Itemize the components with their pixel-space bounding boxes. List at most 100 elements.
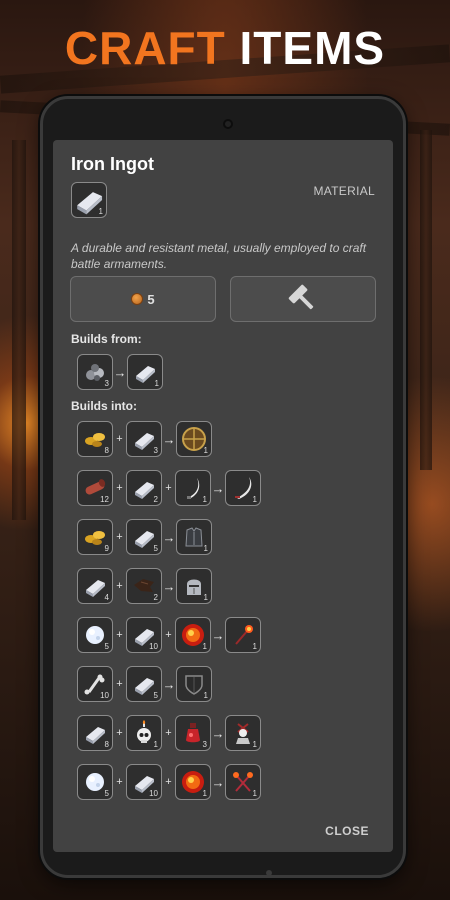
wall-post: [12, 140, 26, 520]
plus-icon: +: [165, 482, 172, 494]
iron-ingot-slot[interactable]: 2: [126, 470, 162, 506]
leather-roll-slot[interactable]: 12: [77, 470, 113, 506]
recipe-row: 8 +1 +3 → 1: [77, 715, 261, 751]
bone-slot[interactable]: 10: [77, 666, 113, 702]
slot-quantity: 1: [203, 593, 208, 602]
plus-icon: +: [116, 580, 123, 592]
iron-ingot-slot[interactable]: 8: [77, 715, 113, 751]
item-category: MATERIAL: [313, 184, 375, 198]
arrow-icon: →: [211, 774, 225, 790]
iron-ingot-slot[interactable]: 3: [126, 421, 162, 457]
recipe-row: 12 +2 +1 → 1: [77, 470, 261, 506]
buy-button[interactable]: 5: [70, 276, 216, 322]
arrow-icon: →: [113, 364, 127, 380]
header-word-craft: CRAFT: [64, 22, 226, 74]
slot-quantity: 1: [252, 495, 257, 504]
plus-icon: +: [116, 678, 123, 690]
plus-icon: +: [165, 776, 172, 788]
craft-button[interactable]: [230, 276, 376, 322]
plus-icon: +: [116, 482, 123, 494]
dark-shield-slot[interactable]: 1: [176, 666, 212, 702]
slot-quantity: 8: [104, 740, 109, 749]
slot-quantity: 10: [100, 691, 109, 700]
iron-ingot-slot[interactable]: 5: [126, 666, 162, 702]
recipe-row: 4 +2 → 1: [77, 568, 212, 604]
item-title: Iron Ingot: [71, 154, 154, 174]
arrow-icon: →: [211, 480, 225, 496]
coin-icon: [131, 293, 144, 305]
slot-quantity: 5: [153, 544, 158, 553]
fire-orb-slot[interactable]: 1: [175, 617, 211, 653]
slot-quantity: 2: [153, 593, 158, 602]
twin-scepters-slot[interactable]: 1: [225, 764, 261, 800]
plus-icon: +: [116, 531, 123, 543]
snowball-slot[interactable]: 5: [77, 617, 113, 653]
slot-quantity: 1: [203, 544, 208, 553]
arrow-icon: →: [162, 578, 176, 594]
arrow-icon: →: [211, 725, 225, 741]
plus-icon: +: [165, 727, 172, 739]
recipe-row: 8 +3 → 1: [77, 421, 212, 457]
plus-icon: +: [116, 433, 123, 445]
slot-quantity: 1: [252, 789, 257, 798]
slot-quantity: 2: [153, 495, 158, 504]
item-quantity: 1: [98, 207, 103, 216]
plus-icon: +: [116, 776, 123, 788]
slot-quantity: 5: [104, 789, 109, 798]
iron-ingot-slot[interactable]: 10: [126, 764, 162, 800]
builds-from-recipe: 3 → 1: [77, 354, 163, 390]
close-button[interactable]: CLOSE: [325, 824, 369, 838]
iron-ingot-slot[interactable]: 10: [126, 617, 162, 653]
slot-quantity: 9: [104, 544, 109, 553]
red-potion-slot[interactable]: 3: [175, 715, 211, 751]
round-shield-slot[interactable]: 1: [176, 421, 212, 457]
slot-quantity: 5: [104, 642, 109, 651]
scimitar-slot[interactable]: 1: [225, 470, 261, 506]
fire-orb-slot[interactable]: 1: [175, 764, 211, 800]
fire-staff-slot[interactable]: 1: [225, 617, 261, 653]
page-header: CRAFT ITEMS: [0, 20, 450, 76]
header-word-items: ITEMS: [239, 22, 386, 74]
item-slot[interactable]: 1: [71, 182, 107, 218]
plus-icon: +: [116, 727, 123, 739]
plus-icon: +: [116, 629, 123, 641]
arrow-icon: →: [162, 431, 176, 447]
iron-ingot-slot[interactable]: 5: [126, 519, 162, 555]
hammer-icon: [288, 284, 314, 310]
slot-quantity: 1: [252, 740, 257, 749]
knight-helmet-slot[interactable]: 1: [176, 568, 212, 604]
iron-ingot-slot[interactable]: 1: [127, 354, 163, 390]
builds-into-heading: Builds into:: [71, 399, 137, 413]
snowball-slot[interactable]: 5: [77, 764, 113, 800]
builds-from-heading: Builds from:: [71, 332, 142, 346]
slot-quantity: 1: [202, 495, 207, 504]
slot-quantity: 1: [203, 446, 208, 455]
slot-quantity: 1: [202, 789, 207, 798]
slot-quantity: 3: [153, 446, 158, 455]
blade-slot[interactable]: 1: [175, 470, 211, 506]
chest-armor-slot[interactable]: 1: [176, 519, 212, 555]
iron-ingot-slot[interactable]: 4: [77, 568, 113, 604]
recipe-row: 5 +10 +1 → 1: [77, 617, 261, 653]
item-detail-dialog: Iron Ingot MATERIAL 1 A durable and resi…: [53, 140, 393, 852]
slot-quantity: 1: [153, 740, 158, 749]
slot-quantity: 1: [154, 379, 159, 388]
slot-quantity: 10: [149, 789, 158, 798]
slot-quantity: 12: [100, 495, 109, 504]
slot-quantity: 1: [202, 642, 207, 651]
arrow-icon: →: [211, 627, 225, 643]
skull-totem-slot[interactable]: 1: [225, 715, 261, 751]
plus-icon: +: [165, 629, 172, 641]
skull-candle-slot[interactable]: 1: [126, 715, 162, 751]
leather-scrap-slot[interactable]: 2: [126, 568, 162, 604]
recipe-row: 10 +5 → 1: [77, 666, 212, 702]
iron-ore-slot[interactable]: 3: [77, 354, 113, 390]
camera-icon: [223, 119, 233, 129]
slot-quantity: 4: [104, 593, 109, 602]
recipe-row: 5 +10 +1 → 1: [77, 764, 261, 800]
gold-nuggets-slot[interactable]: 9: [77, 519, 113, 555]
item-description: A durable and resistant metal, usually e…: [71, 241, 367, 271]
price-value: 5: [147, 291, 155, 307]
gold-nuggets-slot[interactable]: 8: [77, 421, 113, 457]
slot-quantity: 1: [203, 691, 208, 700]
